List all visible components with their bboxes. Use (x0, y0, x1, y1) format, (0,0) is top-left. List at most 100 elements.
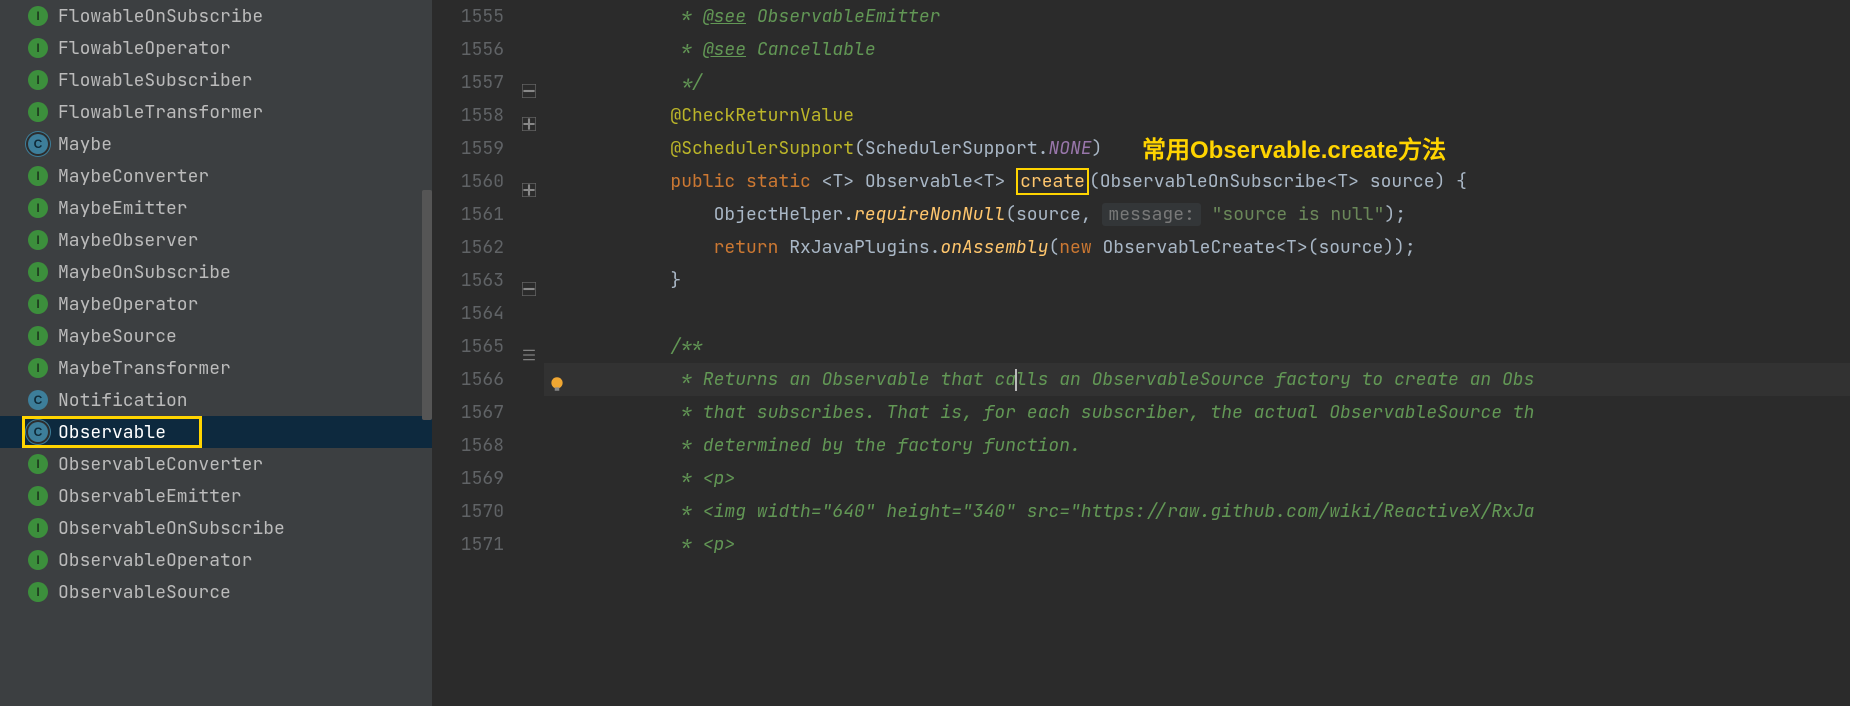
interface-icon (28, 358, 48, 378)
interface-icon (28, 454, 48, 474)
code-line[interactable]: * @see Cancellable (544, 33, 1850, 66)
tree-item-flowableonsubscribe[interactable]: FlowableOnSubscribe (0, 0, 432, 32)
interface-icon (28, 294, 48, 314)
fold-cell[interactable] (520, 0, 544, 33)
code-line[interactable]: public static <T> Observable<T> create(O… (544, 165, 1850, 198)
class-icon (28, 422, 48, 442)
tree-item-label: ObservableSource (58, 581, 231, 604)
fold-toggle-icon[interactable] (522, 175, 536, 189)
code-line[interactable]: } (544, 264, 1850, 297)
line-number-gutter: 1555155615571558155915601561156215631564… (432, 0, 520, 706)
fold-cell[interactable] (520, 99, 544, 132)
fold-cell[interactable] (520, 330, 544, 363)
fold-cell[interactable] (520, 528, 544, 561)
code-line[interactable]: * <img width="640" height="340" src="htt… (544, 495, 1850, 528)
code-line[interactable]: * <p> (544, 462, 1850, 495)
intention-bulb-icon[interactable] (548, 371, 566, 389)
fold-cell[interactable] (520, 33, 544, 66)
line-number: 1568 (432, 429, 520, 462)
tree-item-maybeobserver[interactable]: MaybeObserver (0, 224, 432, 256)
line-number: 1567 (432, 396, 520, 429)
tree-item-flowabletransformer[interactable]: FlowableTransformer (0, 96, 432, 128)
code-line[interactable]: * Returns an Observable that calls an Ob… (544, 363, 1850, 396)
tree-item-label: Notification (58, 389, 188, 412)
interface-icon (28, 518, 48, 538)
code-line[interactable]: @CheckReturnValue (544, 99, 1850, 132)
line-number: 1562 (432, 231, 520, 264)
interface-icon (28, 70, 48, 90)
toc-icon[interactable] (522, 340, 536, 354)
tree-item-observablesource[interactable]: ObservableSource (0, 576, 432, 608)
interface-icon (28, 550, 48, 570)
fold-cell[interactable] (520, 198, 544, 231)
project-tree[interactable]: FlowableOnSubscribe FlowableOperator Flowa… (0, 0, 432, 706)
tree-item-label: MaybeOperator (58, 293, 198, 316)
fold-cell[interactable] (520, 66, 544, 99)
tree-item-maybetransformer[interactable]: MaybeTransformer (0, 352, 432, 384)
code-line[interactable] (544, 297, 1850, 330)
fold-toggle-icon[interactable] (522, 274, 536, 288)
tree-item-observableconverter[interactable]: ObservableConverter (0, 448, 432, 480)
tree-item-observableemitter[interactable]: ObservableEmitter (0, 480, 432, 512)
code-editor[interactable]: 1555155615571558155915601561156215631564… (432, 0, 1850, 706)
interface-icon (28, 582, 48, 602)
sidebar-scrollbar[interactable] (422, 190, 432, 420)
tree-item-maybeonsubscribe[interactable]: MaybeOnSubscribe (0, 256, 432, 288)
tree-item-label: MaybeTransformer (58, 357, 231, 380)
fold-toggle-icon[interactable] (522, 109, 536, 123)
tree-item-maybeconverter[interactable]: MaybeConverter (0, 160, 432, 192)
line-number: 1571 (432, 528, 520, 561)
code-line[interactable]: * determined by the factory function. (544, 429, 1850, 462)
tree-item-label: MaybeObserver (58, 229, 198, 252)
fold-cell[interactable] (520, 495, 544, 528)
tree-item-maybeemitter[interactable]: MaybeEmitter (0, 192, 432, 224)
line-number: 1561 (432, 198, 520, 231)
fold-cell[interactable] (520, 264, 544, 297)
line-number: 1560 (432, 165, 520, 198)
tree-item-maybe[interactable]: Maybe (0, 128, 432, 160)
fold-cell[interactable] (520, 396, 544, 429)
tree-item-maybeoperator[interactable]: MaybeOperator (0, 288, 432, 320)
code-area[interactable]: * @see ObservableEmitter * @see Cancella… (544, 0, 1850, 706)
code-line[interactable]: */ (544, 66, 1850, 99)
fold-cell[interactable] (520, 132, 544, 165)
tree-item-label: MaybeEmitter (58, 197, 188, 220)
fold-toggle-icon[interactable] (522, 76, 536, 90)
fold-cell[interactable] (520, 297, 544, 330)
tree-item-label: FlowableTransformer (58, 101, 263, 124)
tree-item-label: Observable (58, 421, 166, 444)
code-line[interactable]: /** (544, 330, 1850, 363)
fold-cell[interactable] (520, 231, 544, 264)
line-number: 1558 (432, 99, 520, 132)
tree-item-label: FlowableOperator (58, 37, 231, 60)
highlighted-method: create (1016, 168, 1089, 195)
tree-item-label: FlowableSubscriber (58, 69, 252, 92)
ide-root: FlowableOnSubscribe FlowableOperator Flowa… (0, 0, 1850, 706)
interface-icon (28, 102, 48, 122)
fold-gutter[interactable] (520, 0, 544, 706)
tree-item-flowablesubscriber[interactable]: FlowableSubscriber (0, 64, 432, 96)
tree-item-observableonsubscribe[interactable]: ObservableOnSubscribe (0, 512, 432, 544)
code-line[interactable]: return RxJavaPlugins.onAssembly(new Obse… (544, 231, 1850, 264)
fold-cell[interactable] (520, 429, 544, 462)
tree-item-label: FlowableOnSubscribe (58, 5, 263, 28)
tree-item-label: MaybeSource (58, 325, 177, 348)
fold-cell[interactable] (520, 363, 544, 396)
code-line[interactable]: * <p> (544, 528, 1850, 561)
tree-item-observableoperator[interactable]: ObservableOperator (0, 544, 432, 576)
fold-cell[interactable] (520, 165, 544, 198)
tree-item-label: MaybeConverter (58, 165, 209, 188)
code-line[interactable]: ObjectHelper.requireNonNull(source, mess… (544, 198, 1850, 231)
tree-item-maybesource[interactable]: MaybeSource (0, 320, 432, 352)
code-line[interactable]: * that subscribes. That is, for each sub… (544, 396, 1850, 429)
tree-item-flowableoperator[interactable]: FlowableOperator (0, 32, 432, 64)
tree-item-notification[interactable]: Notification (0, 384, 432, 416)
class-icon (28, 390, 48, 410)
code-line[interactable]: * @see ObservableEmitter (544, 0, 1850, 33)
line-number: 1563 (432, 264, 520, 297)
tree-item-label: ObservableOperator (58, 549, 252, 572)
line-number: 1566 (432, 363, 520, 396)
fold-cell[interactable] (520, 462, 544, 495)
interface-icon (28, 198, 48, 218)
tree-item-observable[interactable]: Observable (0, 416, 432, 448)
